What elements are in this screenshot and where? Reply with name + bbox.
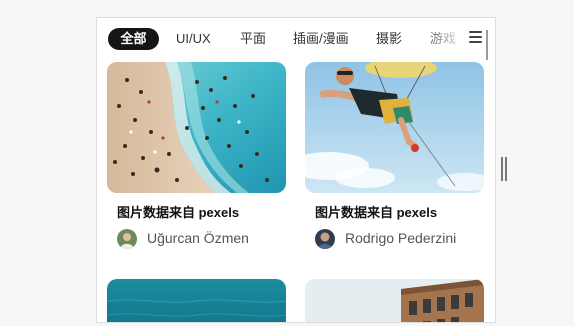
menu-icon[interactable] [469, 30, 483, 44]
avatar [117, 229, 137, 249]
card-image-paraglider[interactable] [305, 62, 484, 193]
paraglider-photo [305, 62, 484, 193]
card-image-ocean[interactable] [107, 279, 286, 322]
card-image-beach[interactable] [107, 62, 286, 193]
avatar [315, 229, 335, 249]
category-tabs: 全部 UI/UX 平面 插画/漫画 摄影 游戏 [97, 18, 495, 62]
tab-graphic[interactable]: 平面 [240, 28, 266, 50]
tab-photography[interactable]: 摄影 [376, 28, 402, 50]
author-name: Uğurcan Özmen [147, 230, 249, 246]
card-title[interactable]: 图片数据来自 pexels [315, 202, 437, 221]
ocean-photo [107, 279, 286, 322]
card-title[interactable]: 图片数据来自 pexels [117, 202, 239, 221]
tab-ui-ux[interactable]: UI/UX [176, 28, 211, 50]
resize-handle[interactable] [505, 157, 507, 181]
beach-photo [107, 62, 286, 193]
resize-handle[interactable] [501, 157, 503, 181]
tab-all[interactable]: 全部 [108, 28, 159, 50]
building-photo [305, 279, 484, 322]
image-feed-panel: 全部 UI/UX 平面 插画/漫画 摄影 游戏 [96, 17, 496, 323]
tabs-scrollbar[interactable] [486, 30, 488, 60]
tab-illustration[interactable]: 插画/漫画 [293, 28, 349, 50]
card-image-building[interactable] [305, 279, 484, 322]
author-name: Rodrigo Pederzini [345, 230, 457, 246]
tabs-fade-overlay [417, 24, 477, 54]
